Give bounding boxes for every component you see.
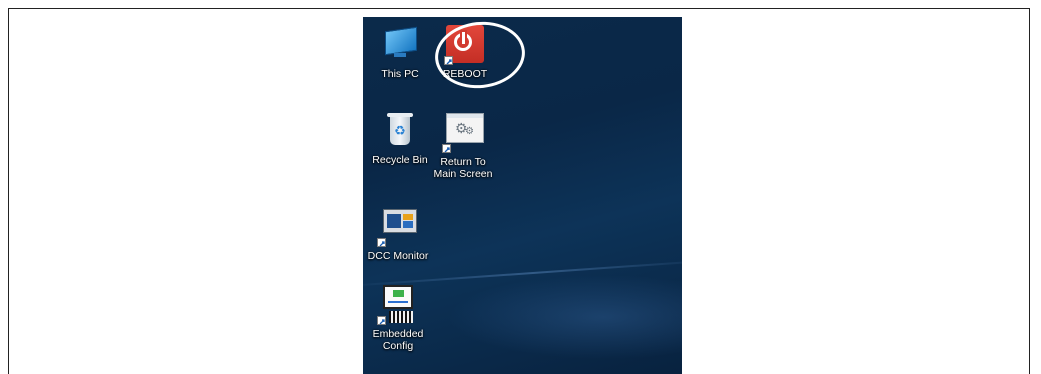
this-pc-label: This PC [381,68,419,80]
return-to-main-screen-label: Return To Main Screen [433,156,493,180]
settings-window-icon: ⚙ ⚙ [442,113,484,153]
dcc-monitor-shortcut[interactable]: DCC Monitor [363,207,433,262]
shortcut-arrow-icon [377,238,386,247]
gear-icon: ⚙ [465,126,474,137]
this-pc-shortcut[interactable]: This PC [365,25,435,80]
embedded-config-shortcut[interactable]: Embedded Config [363,285,433,352]
computer-icon [379,25,421,65]
shortcut-arrow-icon [377,316,386,325]
shortcut-arrow-icon [442,144,451,153]
embedded-config-label: Embedded Config [372,328,424,352]
recycle-bin-label: Recycle Bin [372,154,428,166]
wallpaper-light-streak [363,258,682,288]
recycle-bin-shortcut[interactable]: ♻ Recycle Bin [365,111,435,166]
device-config-icon [377,285,419,325]
desktop: This PC REBOOT ♻ Recycle Bin ⚙ ⚙ Return … [363,17,682,374]
dcc-monitor-label: DCC Monitor [367,250,429,262]
recycle-bin-icon: ♻ [379,111,421,151]
monitor-app-icon [377,207,419,247]
return-to-main-screen-shortcut[interactable]: ⚙ ⚙ Return To Main Screen [428,113,498,180]
